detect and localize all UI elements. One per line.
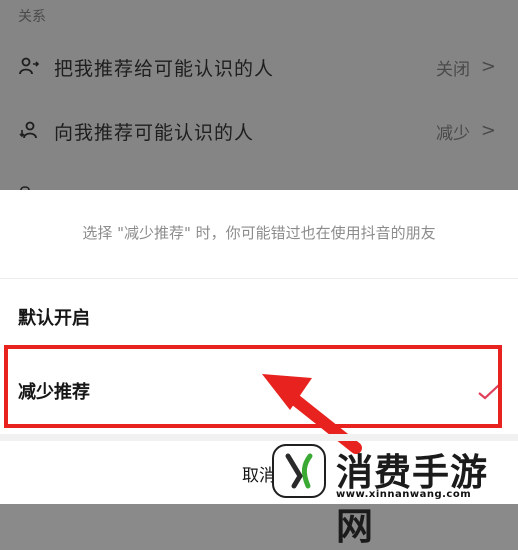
option-default-on[interactable]: 默认开启 — [0, 286, 518, 344]
partial-row-icon — [20, 186, 30, 190]
settings-row-value: 关闭 — [436, 60, 470, 80]
section-title: 关系 — [18, 9, 46, 25]
highlight-box — [4, 345, 502, 428]
option-label: 默认开启 — [18, 308, 90, 329]
chevron-right-icon: > — [480, 56, 496, 77]
settings-row-label: 把我推荐给可能认识的人 — [54, 58, 275, 80]
settings-row-value: 减少 — [436, 124, 470, 144]
settings-row-recommend-to-me[interactable]: 向我推荐可能认识的人 减少 > — [0, 112, 518, 152]
recommend-person-icon — [19, 121, 37, 139]
sheet-hint: 选择 "减少推荐" 时，你可能错过也在使用抖音的朋友 — [82, 224, 436, 242]
watermark-url: www.xinnanwang.com — [336, 489, 472, 500]
share-person-icon — [19, 57, 40, 75]
cancel-button[interactable]: 取消 — [242, 461, 276, 486]
settings-row-label: 向我推荐可能认识的人 — [54, 122, 255, 144]
settings-background: 关系 把我推荐给可能认识的人 关闭 > 向我推荐可能认识的人 减少 > — [0, 0, 518, 190]
divider — [0, 278, 518, 279]
sheet-gap — [0, 434, 518, 441]
settings-row-recommend-me[interactable]: 把我推荐给可能认识的人 关闭 > — [0, 48, 518, 88]
watermark-logo — [272, 444, 326, 498]
chevron-right-icon: > — [480, 120, 496, 141]
